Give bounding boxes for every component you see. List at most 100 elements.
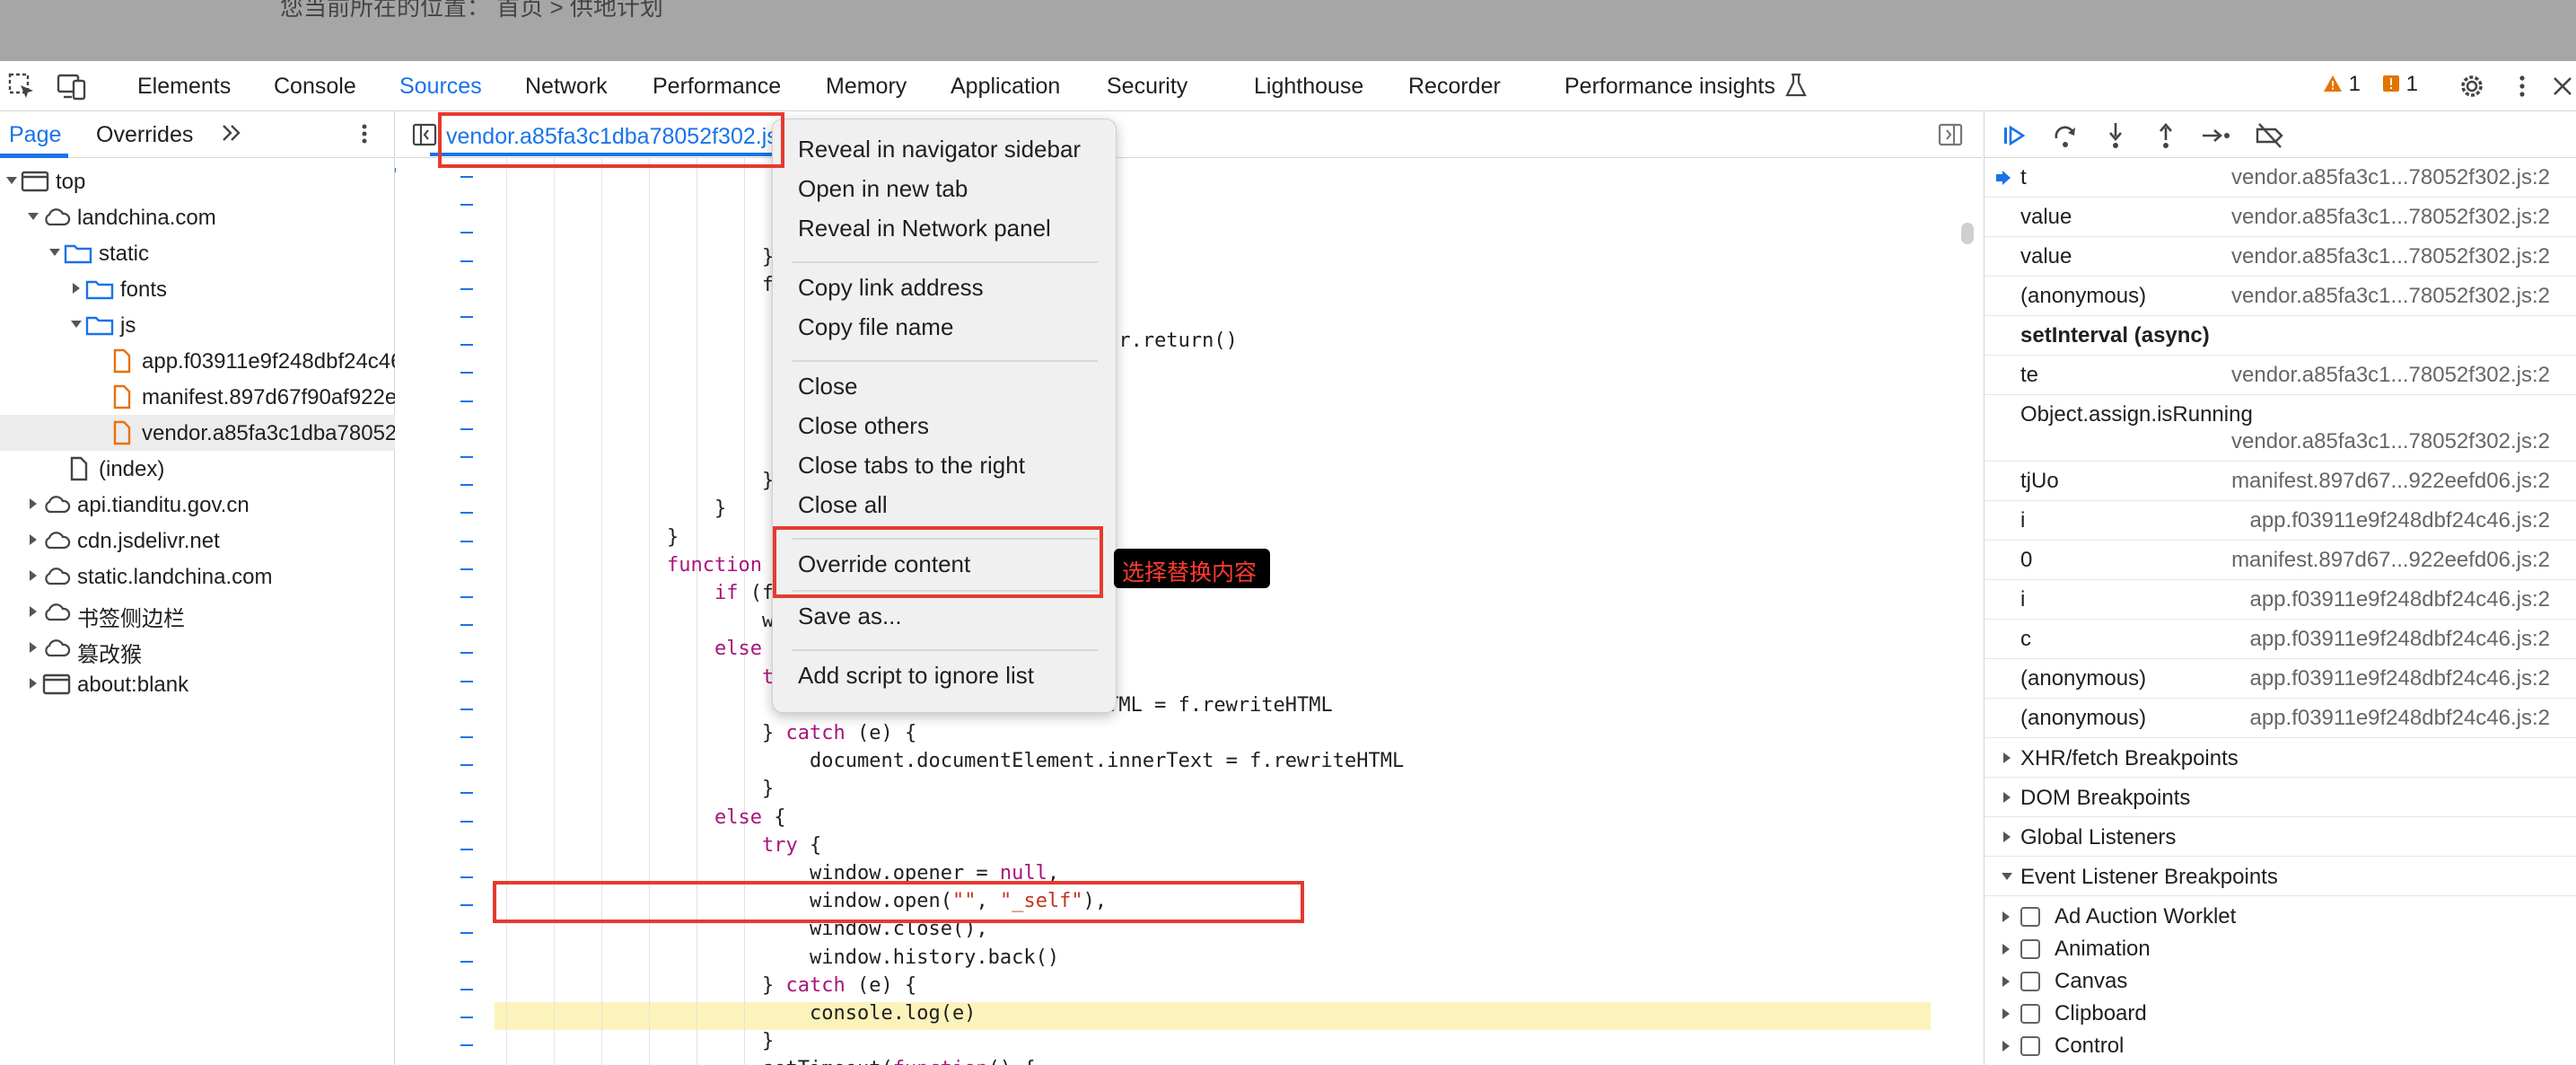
deactivate-breakpoints-icon[interactable]: [2254, 120, 2286, 151]
frame-location[interactable]: manifest.897d67...922eefd06.js:2: [2231, 469, 2550, 494]
category-checkbox[interactable]: [2020, 939, 2040, 959]
call-frame[interactable]: (anonymous) app.f03911e9f248dbf24c46.js:2: [1985, 659, 2576, 699]
more-options-icon[interactable]: [2506, 70, 2538, 102]
file-tree-item[interactable]: fonts: [0, 271, 395, 307]
editor-scrollbar-thumb[interactable]: [1961, 223, 1974, 244]
frame-location[interactable]: vendor.a85fa3c1...78052f302.js:2: [2231, 429, 2550, 454]
frame-location[interactable]: vendor.a85fa3c1...78052f302.js:2: [2231, 165, 2550, 190]
frame-location[interactable]: manifest.897d67...922eefd06.js:2: [2231, 548, 2550, 573]
warnings-counter[interactable]: 1: [2323, 72, 2361, 97]
tab-application[interactable]: Application: [951, 74, 1060, 100]
menu-item-save-as[interactable]: Save as...: [798, 603, 902, 630]
frame-location[interactable]: vendor.a85fa3c1...78052f302.js:2: [2231, 363, 2550, 388]
step-over-icon[interactable]: [2049, 120, 2081, 151]
collapsed-arrow-icon[interactable]: [2001, 943, 2011, 955]
call-frame[interactable]: c app.f03911e9f248dbf24c46.js:2: [1985, 620, 2576, 659]
step-icon[interactable]: [2200, 120, 2232, 151]
frame-location[interactable]: app.f03911e9f248dbf24c46.js:2: [2249, 666, 2550, 691]
call-frame[interactable]: t vendor.a85fa3c1...78052f302.js:2: [1985, 158, 2576, 198]
tab-performance-insights[interactable]: Performance insights: [1564, 74, 1775, 100]
frame-location[interactable]: app.f03911e9f248dbf24c46.js:2: [2249, 627, 2550, 652]
event-listener-category[interactable]: Clipboard: [1985, 997, 2576, 1029]
tab-recorder[interactable]: Recorder: [1408, 74, 1501, 100]
file-tree-item[interactable]: top: [0, 163, 395, 199]
collapsed-arrow-icon[interactable]: [27, 603, 38, 620]
expanded-arrow-icon[interactable]: [48, 244, 60, 260]
collapsed-arrow-icon[interactable]: [27, 496, 38, 512]
collapsed-arrow-icon[interactable]: [2001, 911, 2011, 923]
tab-performance[interactable]: Performance: [653, 74, 781, 100]
file-tree-item[interactable]: vendor.a85fa3c1dba78052f302.js: [0, 415, 395, 451]
code-area[interactable]: e.},f: | r.return()}}}function tif (f.wi…: [477, 158, 1931, 1065]
tab-page[interactable]: Page: [9, 122, 61, 148]
breakpoint-section-header[interactable]: DOM Breakpoints: [1985, 778, 2576, 817]
frame-location[interactable]: vendor.a85fa3c1...78052f302.js:2: [2231, 205, 2550, 230]
file-tree-item[interactable]: about:blank: [0, 666, 395, 702]
collapsed-arrow-icon[interactable]: [2001, 1008, 2011, 1020]
frame-location[interactable]: app.f03911e9f248dbf24c46.js:2: [2249, 587, 2550, 612]
call-frame[interactable]: te vendor.a85fa3c1...78052f302.js:2: [1985, 356, 2576, 395]
file-tree-item[interactable]: manifest.897d67f90af922eefd06.js: [0, 379, 395, 415]
collapsed-arrow-icon[interactable]: [27, 568, 38, 584]
file-tree-item[interactable]: landchina.com: [0, 199, 395, 235]
menu-item-open-in-new-tab[interactable]: Open in new tab: [798, 175, 968, 203]
close-devtools-icon[interactable]: [2549, 70, 2576, 102]
tab-memory[interactable]: Memory: [826, 74, 907, 100]
more-tabs-chevron-icon[interactable]: [219, 120, 244, 145]
category-checkbox[interactable]: [2020, 1036, 2040, 1056]
call-frame[interactable]: value vendor.a85fa3c1...78052f302.js:2: [1985, 198, 2576, 237]
device-toolbar-icon[interactable]: [56, 70, 88, 102]
call-frame[interactable]: 0 manifest.897d67...922eefd06.js:2: [1985, 541, 2576, 580]
call-frame[interactable]: i app.f03911e9f248dbf24c46.js:2: [1985, 501, 2576, 541]
step-out-icon[interactable]: [2150, 120, 2182, 151]
file-tree-item[interactable]: static: [0, 235, 395, 271]
collapsed-arrow-icon[interactable]: [27, 639, 38, 656]
file-tree-item[interactable]: 篡改猴: [0, 630, 395, 666]
frame-location[interactable]: app.f03911e9f248dbf24c46.js:2: [2249, 508, 2550, 533]
event-listener-category[interactable]: Canvas: [1985, 964, 2576, 997]
menu-item-copy-file-name[interactable]: Copy file name: [798, 313, 953, 341]
menu-item-close-all[interactable]: Close all: [798, 491, 888, 519]
file-tree-item[interactable]: app.f03911e9f248dbf24c46.js: [0, 343, 395, 379]
tab-sources[interactable]: Sources: [399, 74, 482, 100]
menu-item-close-tabs-to-the-right[interactable]: Close tabs to the right: [798, 452, 1025, 480]
file-tree-item[interactable]: static.landchina.com: [0, 559, 395, 594]
frame-location[interactable]: vendor.a85fa3c1...78052f302.js:2: [2231, 284, 2550, 309]
collapsed-arrow-icon[interactable]: [2001, 975, 2011, 988]
inspect-element-icon[interactable]: [5, 70, 38, 102]
toggle-debugger-icon[interactable]: [1938, 122, 1963, 147]
step-into-icon[interactable]: [2099, 120, 2132, 151]
tab-lighthouse[interactable]: Lighthouse: [1254, 74, 1363, 100]
call-frame[interactable]: i app.f03911e9f248dbf24c46.js:2: [1985, 580, 2576, 620]
menu-item-close-others[interactable]: Close others: [798, 412, 929, 440]
expanded-arrow-icon[interactable]: [5, 172, 17, 189]
menu-item-add-script-to-ignore-list[interactable]: Add script to ignore list: [798, 662, 1034, 690]
event-listener-category[interactable]: Ad Auction Worklet: [1985, 900, 2576, 932]
category-checkbox[interactable]: [2020, 1004, 2040, 1024]
call-frame[interactable]: tjUo manifest.897d67...922eefd06.js:2: [1985, 462, 2576, 501]
menu-item-copy-link-address[interactable]: Copy link address: [798, 274, 984, 302]
breakpoint-section-header[interactable]: Global Listeners: [1985, 817, 2576, 857]
expanded-arrow-icon[interactable]: [27, 208, 39, 224]
file-tree-item[interactable]: 书签侧边栏: [0, 594, 395, 630]
event-listener-category[interactable]: Control: [1985, 1029, 2576, 1061]
file-tree-item[interactable]: api.tianditu.gov.cn: [0, 487, 395, 523]
frame-location[interactable]: vendor.a85fa3c1...78052f302.js:2: [2231, 244, 2550, 269]
breakpoint-section-header[interactable]: Event Listener Breakpoints: [1985, 857, 2576, 896]
file-tree-item[interactable]: cdn.jsdelivr.net: [0, 523, 395, 559]
resume-icon[interactable]: [1999, 120, 2031, 151]
call-frame[interactable]: (anonymous) app.f03911e9f248dbf24c46.js:2: [1985, 699, 2576, 738]
collapsed-arrow-icon[interactable]: [70, 280, 81, 296]
menu-item-reveal-in-navigator-sidebar[interactable]: Reveal in navigator sidebar: [798, 136, 1081, 163]
collapsed-arrow-icon[interactable]: [27, 675, 38, 691]
tab-console[interactable]: Console: [274, 74, 356, 100]
collapsed-arrow-icon[interactable]: [27, 532, 38, 548]
collapsed-arrow-icon[interactable]: [2001, 1040, 2011, 1052]
tab-elements[interactable]: Elements: [137, 74, 231, 100]
category-checkbox[interactable]: [2020, 907, 2040, 927]
call-frame[interactable]: (anonymous) vendor.a85fa3c1...78052f302.j…: [1985, 277, 2576, 316]
breakpoint-section-header[interactable]: XHR/fetch Breakpoints: [1985, 738, 2576, 778]
menu-item-reveal-in-network-panel[interactable]: Reveal in Network panel: [798, 215, 1051, 242]
navigator-menu-icon[interactable]: [355, 120, 373, 147]
category-checkbox[interactable]: [2020, 972, 2040, 991]
